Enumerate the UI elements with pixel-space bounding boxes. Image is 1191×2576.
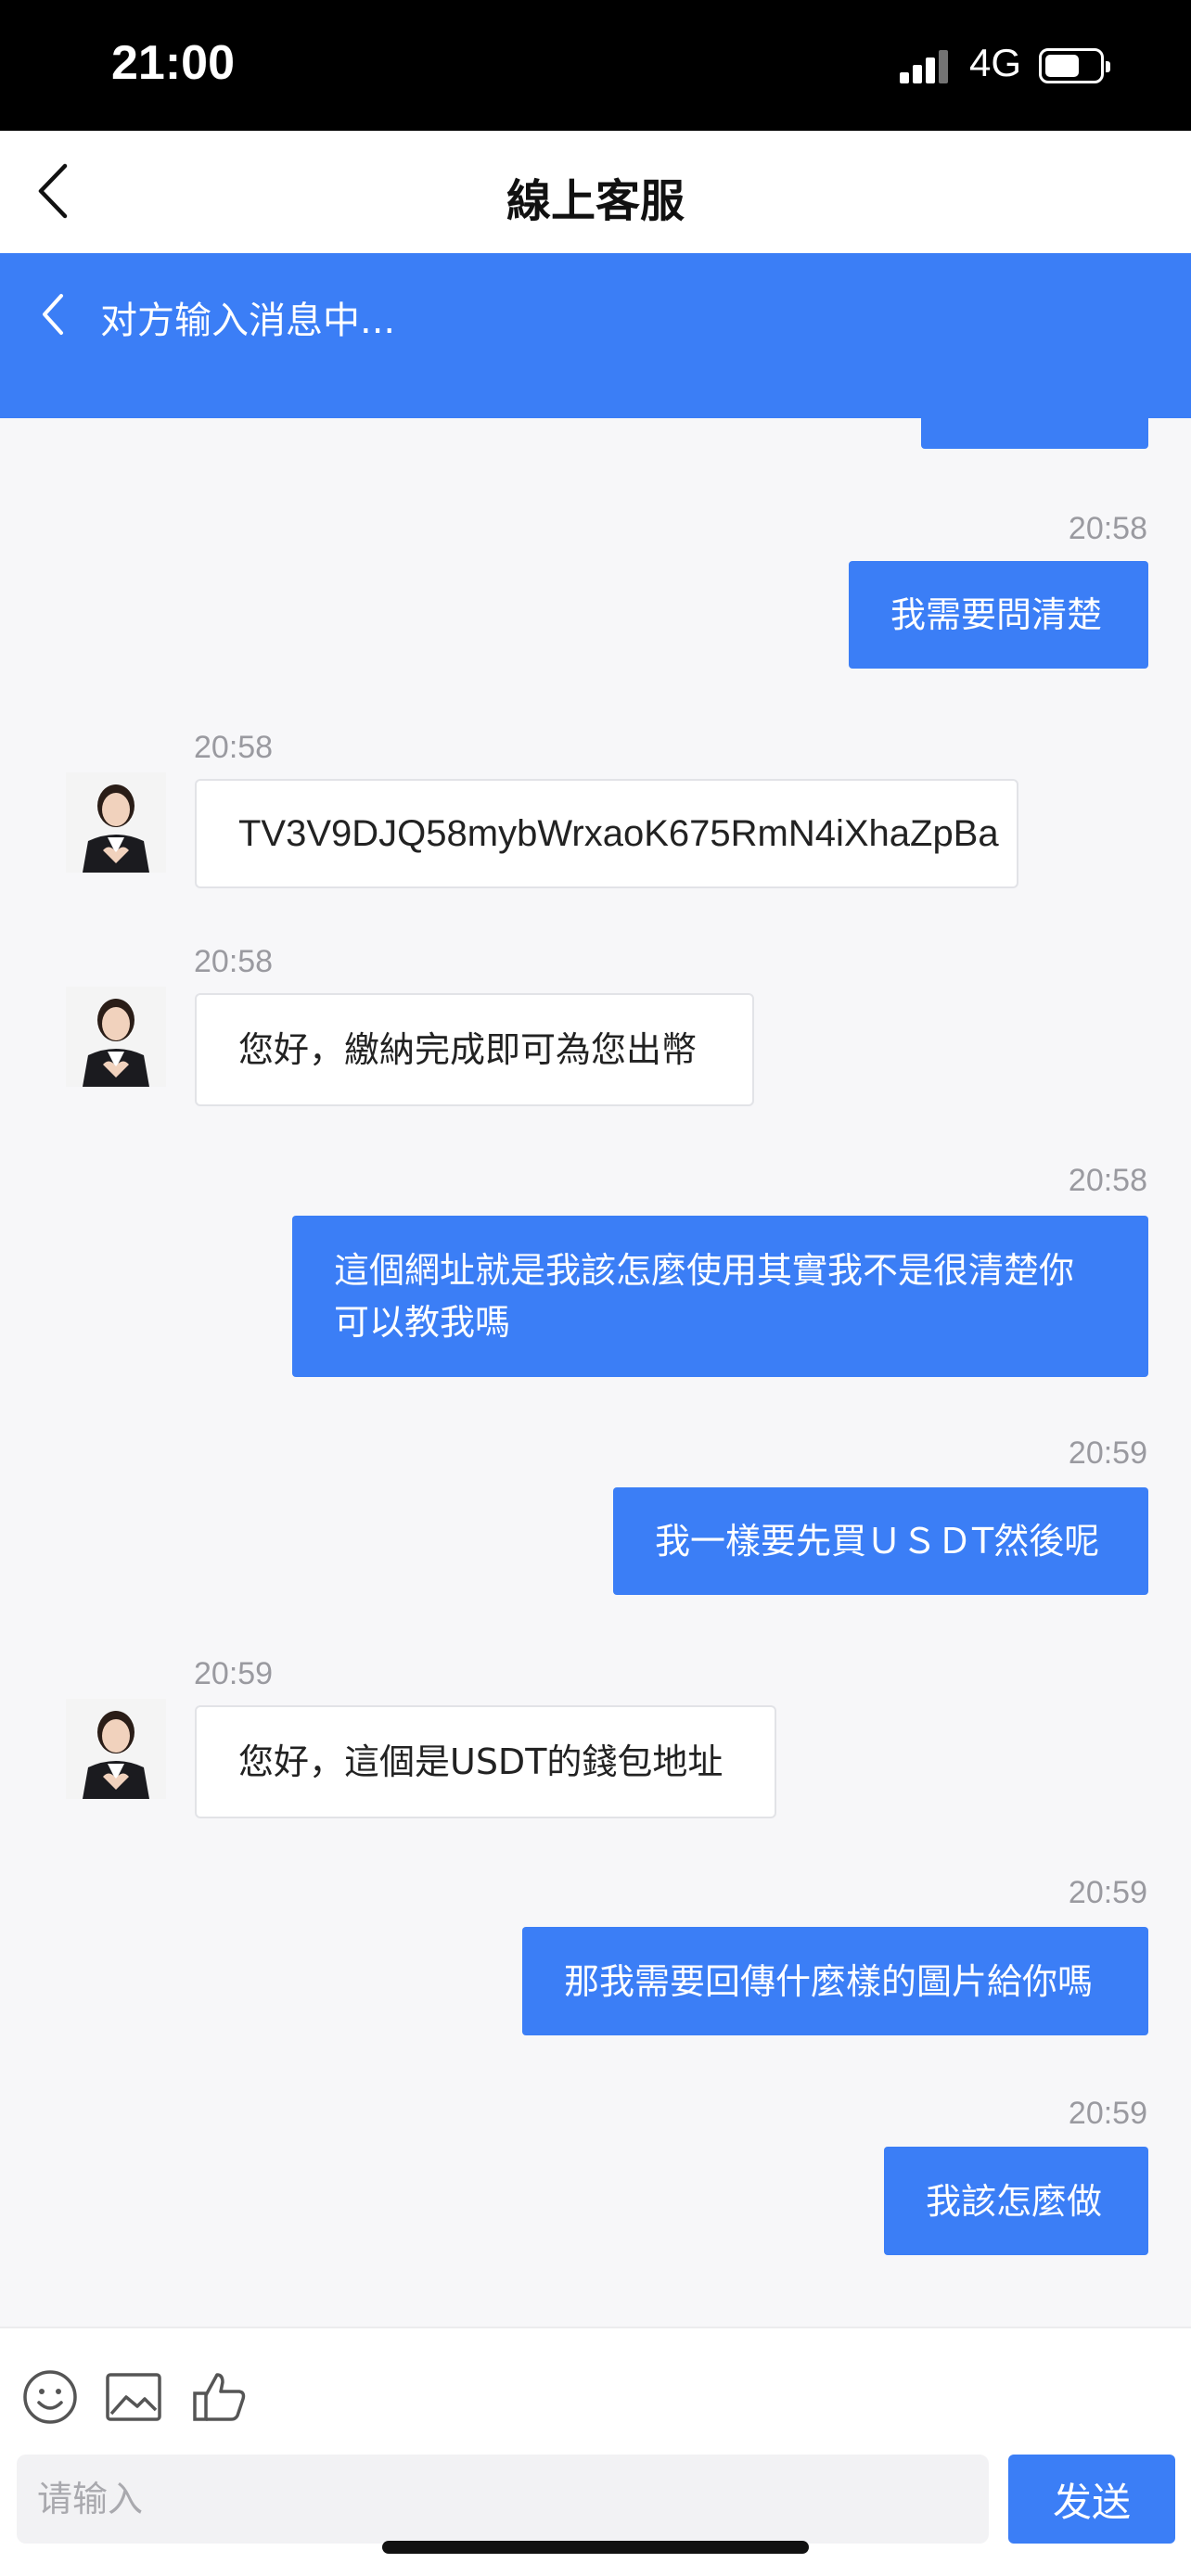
send-button[interactable]: 发送: [1008, 2455, 1175, 2544]
status-time: 21:00: [111, 36, 235, 90]
message-bubble-outgoing[interactable]: 我該怎麼做: [884, 2147, 1148, 2255]
message-time: 20:58: [1068, 1163, 1147, 1198]
message-bubble-incoming[interactable]: TV3V9DJQ58mybWrxaoK675RmN4iXhaZpBa: [195, 779, 1018, 888]
message-input[interactable]: [17, 2455, 989, 2544]
message-bubble-partial: [921, 418, 1148, 449]
thumbs-up-icon[interactable]: [189, 2367, 249, 2427]
message-time: 20:59: [1068, 1875, 1147, 1910]
composer: 发送: [0, 2327, 1191, 2576]
signal-icon: [900, 50, 948, 83]
message-time: 20:58: [194, 730, 274, 765]
image-icon[interactable]: [104, 2367, 163, 2427]
battery-icon: [1039, 48, 1110, 83]
nav-bar: 線上客服: [0, 131, 1191, 253]
message-bubble-incoming[interactable]: 您好，繳納完成即可為您出幣: [195, 993, 754, 1106]
emoji-icon[interactable]: [20, 2367, 80, 2427]
message-bubble-outgoing[interactable]: 我需要問清楚: [849, 561, 1148, 669]
chat-area[interactable]: 20:58 我需要問清楚 20:58 TV3V9DJQ58mybWrxaoK67…: [0, 418, 1191, 2327]
message-bubble-outgoing[interactable]: 那我需要回傳什麼樣的圖片給你嗎: [522, 1927, 1148, 2035]
page-title: 線上客服: [506, 175, 685, 227]
message-bubble-outgoing[interactable]: 我一樣要先買ＵＳＤT然後呢: [613, 1487, 1148, 1595]
message-bubble-outgoing[interactable]: 這個網址就是我該怎麼使用其實我不是很清楚你可以教我嗎: [292, 1216, 1148, 1377]
message-bubble-incoming[interactable]: 您好，這個是USDT的錢包地址: [195, 1705, 776, 1818]
message-time: 20:58: [194, 944, 274, 979]
message-time: 20:59: [1068, 1435, 1147, 1471]
message-time: 20:59: [194, 1656, 274, 1691]
typing-status: 对方输入消息中...: [100, 300, 396, 342]
agent-avatar: [66, 772, 166, 873]
message-time: 20:59: [1068, 2096, 1147, 2131]
agent-avatar: [66, 1699, 166, 1799]
status-bar: 21:00 4G: [0, 0, 1191, 131]
message-time: 20:58: [1068, 511, 1147, 546]
agent-avatar: [66, 987, 166, 1087]
network-label: 4G: [969, 41, 1022, 84]
home-indicator: [382, 2541, 809, 2554]
chevron-left-icon[interactable]: [35, 287, 72, 342]
typing-banner: 对方输入消息中...: [0, 253, 1191, 418]
